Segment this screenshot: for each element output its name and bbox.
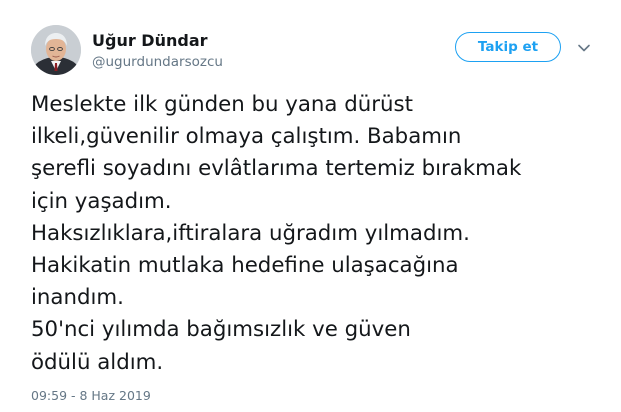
tweet-line: Haksızlıklara,iftiralara uğradım yılmadı… (31, 220, 470, 246)
avatar-photo (31, 25, 81, 75)
tweet-line: ilkeli,güvenilir olmaya çalıştım. Babamı… (31, 124, 462, 150)
display-name[interactable]: Uğur Dündar (92, 31, 208, 50)
tweet-line: ödülü aldım. (31, 349, 164, 375)
tweet-line: 50'nci yılımda bağımsızlık ve güven (31, 317, 411, 343)
avatar[interactable] (31, 25, 81, 75)
tweet-text: Meslekte ilk günden bu yana dürüst ilkel… (31, 89, 606, 379)
user-handle[interactable]: @ugurdundarsozcu (92, 54, 223, 70)
tweet-line: Hakikatin mutlaka hedefine ulaşacağına (31, 253, 459, 279)
tweet-line: Meslekte ilk günden bu yana dürüst (31, 92, 413, 117)
follow-button[interactable]: Takip et (455, 32, 561, 62)
tweet-timestamp[interactable]: 09:59 - 8 Haz 2019 (31, 388, 151, 403)
tweet-line: şerefli soyadını evlâtlarıma tertemiz bı… (31, 156, 522, 182)
tweet-line: inandım. (31, 285, 124, 311)
tweet-line: için yaşadım. (31, 188, 172, 214)
chevron-down-icon[interactable] (577, 40, 591, 54)
tweet-card: Uğur Dündar @ugurdundarsozcu Takip et Me… (0, 0, 621, 412)
